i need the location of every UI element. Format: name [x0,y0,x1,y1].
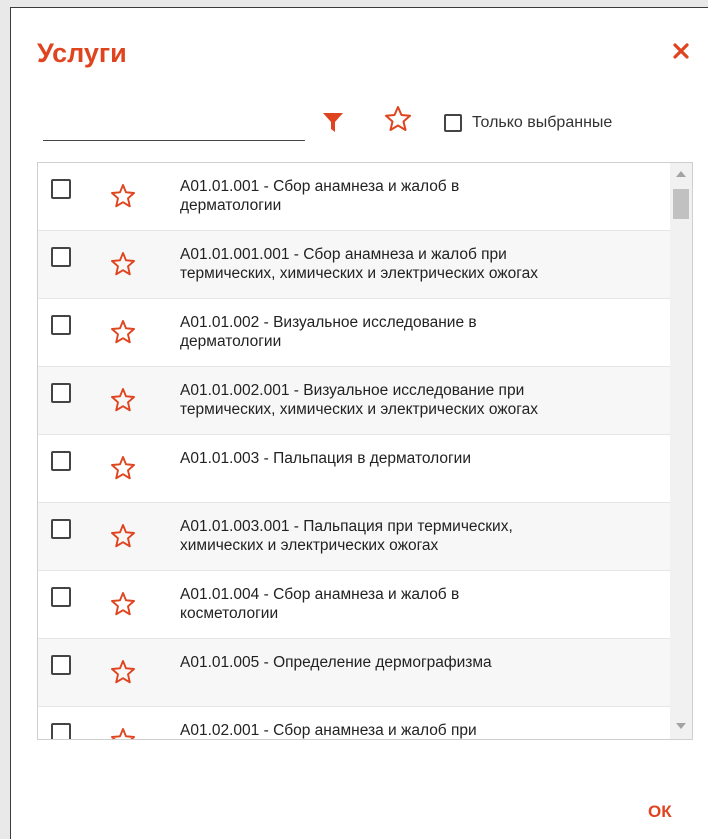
favorite-star-button[interactable] [110,727,136,739]
favorite-star-button[interactable] [110,319,136,345]
close-button[interactable] [666,36,696,66]
services-dialog: Услуги Только выбранные A01.01.001 - Сбо… [10,7,708,839]
service-title-line1: A01.02.001 - Сбор анамнеза и жалоб при [180,722,477,739]
service-checkbox[interactable] [51,655,71,675]
star-outline-icon [111,456,135,480]
star-outline-icon [111,728,135,739]
search-input[interactable] [43,110,309,142]
service-checkbox[interactable] [51,723,71,739]
star-outline-icon [111,388,135,412]
only-selected-checkbox[interactable] [444,114,462,132]
service-text: A01.01.002.001 - Визуальное исследование… [180,381,668,419]
services-list[interactable]: A01.01.001 - Сбор анамнеза и жалоб в дерм… [37,162,693,740]
service-text: A01.01.002 - Визуальное исследование в де… [180,313,668,351]
close-icon [673,43,689,59]
service-title-line2: дерматологии [180,333,282,350]
service-checkbox[interactable] [51,587,71,607]
service-checkbox[interactable] [51,179,71,199]
star-outline-icon [111,524,135,548]
favorite-star-button[interactable] [110,523,136,549]
service-title-line2: дерматологии [180,197,282,214]
service-title-line1: A01.01.003 - Пальпация в дерматологии [180,450,471,467]
service-checkbox[interactable] [51,383,71,403]
list-scrollbar[interactable] [670,163,692,739]
service-row[interactable]: A01.01.001.001 - Сбор анамнеза и жалоб п… [38,231,670,299]
service-row[interactable]: A01.01.002.001 - Визуальное исследование… [38,367,670,435]
service-title-line1: A01.01.003.001 - Пальпация при термическ… [180,518,513,535]
service-row[interactable]: A01.01.004 - Сбор анамнеза и жалоб в косм… [38,571,670,639]
star-outline-icon [111,252,135,276]
star-outline-icon [111,660,135,684]
filter-icon [323,113,343,132]
service-title-line1: A01.01.005 - Определение дермографизма [180,654,492,671]
service-text: A01.01.003.001 - Пальпация при термическ… [180,517,668,555]
favorite-star-button[interactable] [110,183,136,209]
service-checkbox[interactable] [51,315,71,335]
only-selected-label: Только выбранные [472,114,613,131]
service-title-line1: A01.01.002 - Визуальное исследование в [180,314,477,331]
service-row[interactable]: A01.01.005 - Определение дермографизма [38,639,670,707]
favorite-star-button[interactable] [110,455,136,481]
service-text: A01.01.001 - Сбор анамнеза и жалоб в дерм… [180,177,668,215]
service-title-line2: косметологии [180,605,279,622]
dialog-title: Услуги [37,38,127,68]
service-checkbox[interactable] [51,247,71,267]
favorite-star-button[interactable] [110,251,136,277]
service-row[interactable]: A01.01.001 - Сбор анамнеза и жалоб в дерм… [38,163,670,231]
search-field-wrap [43,110,309,142]
service-title-line1: A01.01.004 - Сбор анамнеза и жалоб в [180,586,460,603]
star-outline-icon [385,106,411,131]
scroll-up-arrow-icon[interactable] [676,171,686,177]
favorite-star-button[interactable] [110,591,136,617]
favorite-star-button[interactable] [110,387,136,413]
scroll-thumb[interactable] [673,189,689,219]
service-text: A01.02.001 - Сбор анамнеза и жалоб при [180,721,668,739]
star-outline-icon [111,592,135,616]
service-text: A01.01.003 - Пальпация в дерматологии [180,449,668,468]
favorites-filter-button[interactable] [383,104,413,134]
service-row[interactable]: A01.01.003.001 - Пальпация при термическ… [38,503,670,571]
service-title-line2: термических, химических и электрических … [180,265,538,282]
service-text: A01.01.005 - Определение дермографизма [180,653,668,672]
service-text: A01.01.001.001 - Сбор анамнеза и жалоб п… [180,245,668,283]
service-checkbox[interactable] [51,451,71,471]
star-outline-icon [111,320,135,344]
only-selected-toggle[interactable]: Только выбранные [444,111,612,135]
filter-button[interactable] [319,108,347,136]
star-outline-icon [111,184,135,208]
ok-button[interactable]: ОК [648,802,672,822]
service-row[interactable]: A01.01.002 - Визуальное исследование в де… [38,299,670,367]
service-title-line2: термических, химических и электрических … [180,401,538,418]
scroll-down-arrow-icon[interactable] [676,723,686,729]
service-title-line1: A01.01.001 - Сбор анамнеза и жалоб в [180,178,460,195]
service-title-line2: химических и электрических ожогах [180,537,439,554]
service-row[interactable]: A01.01.003 - Пальпация в дерматологии [38,435,670,503]
service-row[interactable]: A01.02.001 - Сбор анамнеза и жалоб при [38,707,670,739]
favorite-star-button[interactable] [110,659,136,685]
service-text: A01.01.004 - Сбор анамнеза и жалоб в косм… [180,585,668,623]
service-checkbox[interactable] [51,519,71,539]
service-title-line1: A01.01.002.001 - Визуальное исследование… [180,382,525,399]
service-title-line1: A01.01.001.001 - Сбор анамнеза и жалоб п… [180,246,507,263]
